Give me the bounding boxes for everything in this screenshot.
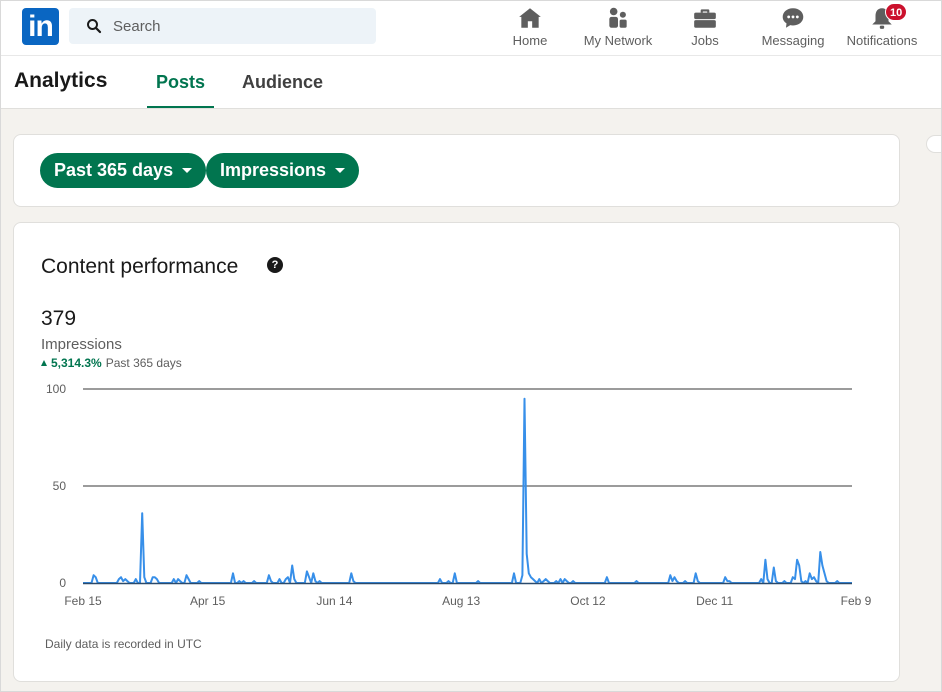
y-tick-label: 100 (46, 382, 66, 396)
impressions-line-chart: 0 50 100 Feb 15 Apr 15 Jun 14 Aug 13 Oct 12 Dec… (46, 382, 872, 608)
x-tick-label: Feb 15 (64, 594, 102, 608)
impressions-series-line (83, 397, 852, 584)
search-icon (87, 19, 102, 34)
home-icon (519, 8, 541, 28)
nav-notifications-label: Notifications (846, 33, 918, 48)
tab-audience[interactable]: Audience (233, 56, 332, 108)
nav-jobs-label: Jobs (691, 33, 719, 48)
help-icon[interactable]: ? (267, 257, 283, 273)
nav-messaging-label: Messaging (761, 33, 825, 48)
date-range-dropdown[interactable]: Past 365 days (40, 153, 207, 188)
linkedin-logo[interactable]: in (22, 8, 59, 45)
top-nav: in Home My Network Jobs Messaging 10 Not… (0, 0, 942, 56)
metric-dropdown[interactable]: Impressions (206, 153, 360, 188)
x-tick-label: Oct 12 (570, 594, 606, 608)
content-performance-card: Content performance ? 379 Impressions 5,… (13, 222, 900, 682)
y-tick-label: 0 (59, 576, 66, 590)
page-title: Analytics (14, 69, 108, 92)
tab-posts[interactable]: Posts (147, 56, 215, 108)
message-icon (782, 8, 804, 28)
change-period: Past 365 days (105, 356, 182, 370)
caret-down-icon (182, 168, 193, 173)
search-input[interactable] (113, 17, 353, 35)
nav-messaging[interactable]: Messaging (760, 4, 826, 52)
x-tick-label: Aug 13 (442, 594, 480, 608)
nav-my-network-label: My Network (583, 33, 653, 48)
impressions-change: 5,314.3% Past 365 days (41, 356, 182, 370)
notification-badge: 10 (885, 3, 908, 21)
impressions-total: 379 (41, 307, 77, 330)
filter-card: Past 365 days Impressions (13, 134, 900, 207)
nav-notifications[interactable]: 10 Notifications (843, 3, 921, 52)
x-tick-label: Dec 11 (696, 594, 733, 608)
search-box[interactable] (69, 8, 376, 44)
nav-home[interactable]: Home (511, 4, 549, 52)
nav-my-network[interactable]: My Network (580, 4, 656, 52)
x-tick-label: Feb 9 (841, 594, 872, 608)
metric-label: Impressions (220, 160, 327, 180)
x-tick-label: Jun 14 (316, 594, 352, 608)
change-percent: 5,314.3% (51, 356, 102, 370)
date-range-label: Past 365 days (54, 160, 174, 180)
nav-jobs[interactable]: Jobs (689, 4, 721, 52)
nav-home-label: Home (512, 33, 548, 48)
y-tick-label: 50 (53, 479, 67, 493)
network-icon (609, 7, 627, 28)
utc-footnote: Daily data is recorded in UTC (45, 637, 202, 651)
section-title: Content performance (41, 255, 239, 278)
analytics-header: Analytics Posts Audience (0, 56, 942, 109)
impressions-label: Impressions (41, 336, 122, 353)
briefcase-icon (694, 9, 716, 28)
x-tick-label: Apr 15 (190, 594, 226, 608)
trend-up-icon (41, 360, 47, 366)
side-panel-edge (926, 135, 942, 153)
caret-down-icon (335, 168, 346, 173)
